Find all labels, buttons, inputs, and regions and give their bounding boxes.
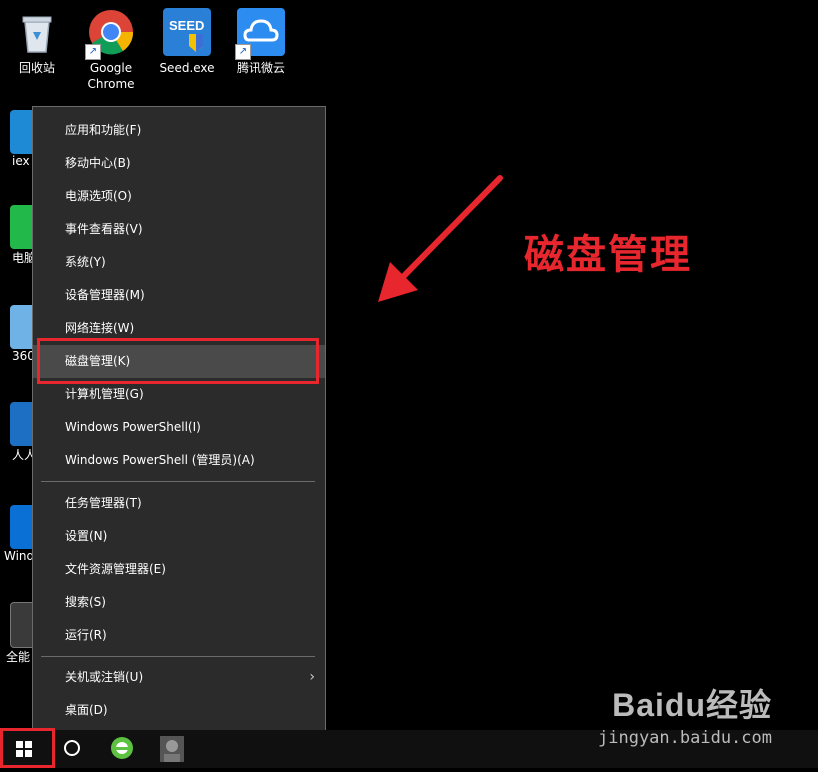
desktop-icon-weiyun[interactable]: ↗ 腾讯微云 xyxy=(224,8,298,76)
menu-separator xyxy=(41,481,315,482)
menu-item-settings[interactable]: 设置(N) xyxy=(33,520,325,553)
taskbar-browser-button[interactable] xyxy=(98,730,146,768)
taskbar-app-button[interactable] xyxy=(148,730,196,768)
watermark-brand: Baidu经验 xyxy=(612,687,772,723)
shortcut-arrow-icon: ↗ xyxy=(235,44,251,60)
svg-text:SEED: SEED xyxy=(169,18,204,33)
menu-item-powershell[interactable]: Windows PowerShell(I) xyxy=(33,411,325,444)
menu-item-search[interactable]: 搜索(S) xyxy=(33,586,325,619)
desktop-icon-label: 回收站 xyxy=(18,61,55,75)
chevron-right-icon: › xyxy=(309,669,315,685)
menu-item-mobility-center[interactable]: 移动中心(B) xyxy=(33,147,325,180)
chrome-icon: ↗ xyxy=(85,8,135,60)
desktop-icon-seed[interactable]: SEED Seed.exe xyxy=(150,8,224,76)
winx-context-menu: 应用和功能(F) 移动中心(B) 电源选项(O) 事件查看器(V) 系统(Y) … xyxy=(32,106,326,732)
highlight-box-start xyxy=(0,728,55,768)
menu-item-device-manager[interactable]: 设备管理器(M) xyxy=(33,279,325,312)
menu-item-file-explorer[interactable]: 文件资源管理器(E) xyxy=(33,553,325,586)
desktop-icon-label: Google Chrome xyxy=(87,61,135,91)
menu-item-system[interactable]: 系统(Y) xyxy=(33,246,325,279)
recycle-bin-icon xyxy=(13,8,61,56)
baidu-watermark: Baidu经验 jingyan.baidu.com xyxy=(598,680,772,748)
menu-item-apps-features[interactable]: 应用和功能(F) xyxy=(33,114,325,147)
menu-item-event-viewer[interactable]: 事件查看器(V) xyxy=(33,213,325,246)
menu-item-powershell-admin[interactable]: Windows PowerShell (管理员)(A) xyxy=(33,444,325,477)
menu-item-run[interactable]: 运行(R) xyxy=(33,619,325,652)
menu-item-label: 关机或注销(U) xyxy=(65,670,144,684)
cortana-button[interactable] xyxy=(48,730,96,768)
seed-icon: SEED xyxy=(163,8,211,56)
desktop-icon-chrome[interactable]: ↗ Google Chrome xyxy=(74,8,148,92)
menu-separator xyxy=(41,656,315,657)
weiyun-icon: ↗ xyxy=(235,8,285,60)
menu-item-power-options[interactable]: 电源选项(O) xyxy=(33,180,325,213)
shortcut-arrow-icon: ↗ xyxy=(85,44,101,60)
watermark-url: jingyan.baidu.com xyxy=(598,728,772,748)
desktop-icon-label: 腾讯微云 xyxy=(236,61,285,75)
browser-icon xyxy=(111,737,133,759)
desktop-icon-recycle-bin[interactable]: 回收站 xyxy=(0,8,74,76)
menu-item-desktop[interactable]: 桌面(D) xyxy=(33,694,325,727)
cortana-circle-icon xyxy=(64,740,80,756)
annotation-text: 磁盘管理 xyxy=(524,232,692,278)
annotation-arrow-icon xyxy=(378,175,503,302)
menu-item-shutdown-signout[interactable]: 关机或注销(U) › xyxy=(33,661,325,694)
highlight-box-disk-management xyxy=(37,338,319,384)
desktop-icon-label: Seed.exe xyxy=(159,61,215,75)
app-avatar-icon xyxy=(160,736,184,762)
menu-item-task-manager[interactable]: 任务管理器(T) xyxy=(33,487,325,520)
